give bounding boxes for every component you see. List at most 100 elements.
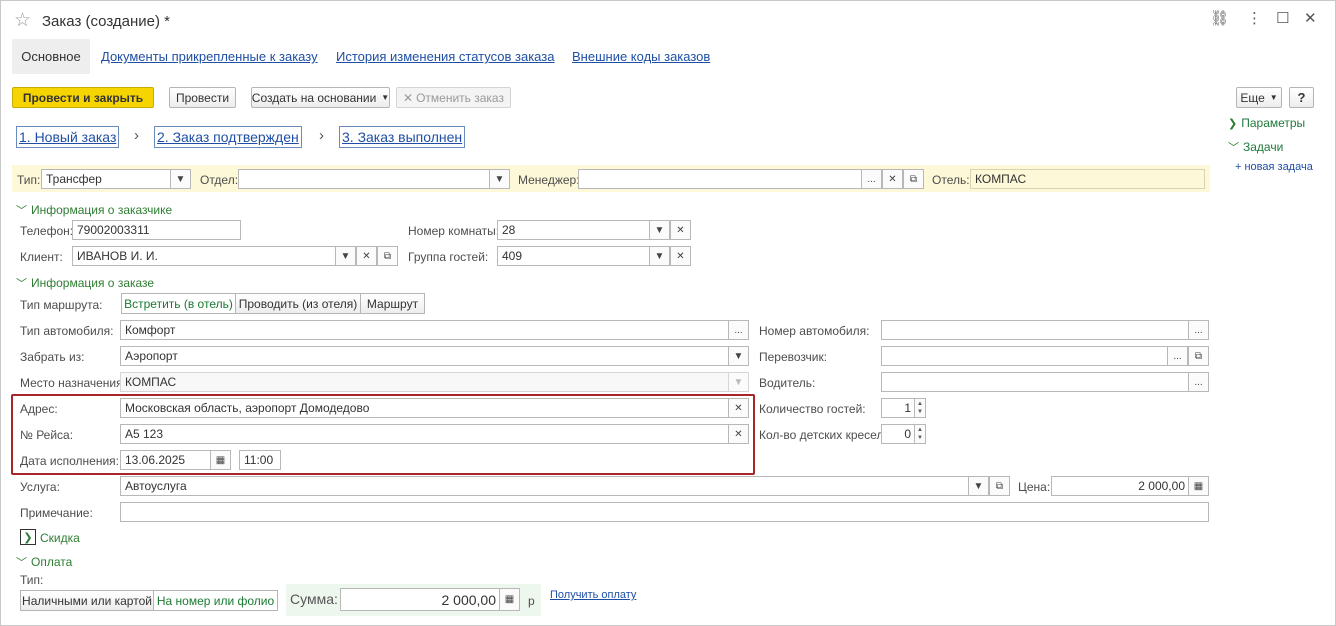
chevron-down-icon: ﹀ xyxy=(16,557,27,569)
select-icon[interactable]: ... xyxy=(1188,372,1209,392)
select-icon[interactable]: ... xyxy=(861,169,882,189)
get-payment-link[interactable]: Получить оплату xyxy=(550,588,636,602)
pickup-field[interactable]: Аэропорт xyxy=(120,346,729,366)
post-button[interactable]: Провести xyxy=(169,87,236,108)
clear-icon[interactable]: ✕ xyxy=(728,424,749,444)
type-label: Тип: xyxy=(17,173,41,187)
tab-status-history[interactable]: История изменения статусов заказа xyxy=(336,49,554,64)
chevron-right-icon: › xyxy=(134,127,139,144)
child-seats-label: Кол-во детских кресел: xyxy=(759,428,887,442)
open-icon[interactable]: ⧉ xyxy=(1188,346,1209,366)
calculator-icon[interactable]: ▦ xyxy=(1188,476,1209,496)
car-number-field[interactable] xyxy=(881,320,1189,340)
clear-icon[interactable]: ✕ xyxy=(728,398,749,418)
select-icon[interactable]: ... xyxy=(1188,320,1209,340)
link-icon[interactable]: ⛓ xyxy=(1210,9,1229,27)
chevron-down-icon: ﹀ xyxy=(16,278,27,290)
payment-group[interactable]: ﹀ Оплата xyxy=(16,554,72,570)
open-icon[interactable]: ⧉ xyxy=(377,246,398,266)
payment-room-folio-option[interactable]: На номер или фолио xyxy=(153,590,278,611)
tab-main[interactable]: Основное xyxy=(12,39,90,74)
open-icon[interactable]: ⧉ xyxy=(903,169,924,189)
flight-label: № Рейса: xyxy=(20,428,74,442)
carrier-field[interactable] xyxy=(881,346,1168,366)
customer-info-group[interactable]: ﹀ Информация о заказчике xyxy=(16,202,172,218)
post-and-close-button[interactable]: Провести и закрыть xyxy=(12,87,154,108)
more-button[interactable]: Еще ▼ xyxy=(1236,87,1282,108)
phone-field[interactable]: 79002003311 xyxy=(72,220,241,240)
chevron-down-icon: ﹀ xyxy=(1228,142,1239,154)
dropdown-icon[interactable]: ▼ xyxy=(968,476,989,496)
clear-icon[interactable]: ✕ xyxy=(356,246,377,266)
discount-label[interactable]: Скидка xyxy=(40,531,80,545)
step-new-order[interactable]: 1. Новый заказ xyxy=(16,126,120,148)
type-field[interactable]: Трансфер xyxy=(41,169,171,189)
close-icon[interactable]: ✕ xyxy=(1304,9,1317,27)
route-custom-option[interactable]: Маршрут xyxy=(360,293,425,314)
clear-icon[interactable]: ✕ xyxy=(670,220,691,240)
guests-count-field[interactable]: 1 xyxy=(881,398,915,418)
step-order-confirmed[interactable]: 2. Заказ подтвержден xyxy=(154,126,302,148)
payment-cash-card-option[interactable]: Наличными или картой xyxy=(20,590,154,611)
clear-icon[interactable]: ✕ xyxy=(882,169,903,189)
child-seats-field[interactable]: 0 xyxy=(881,424,915,444)
note-label: Примечание: xyxy=(20,506,93,520)
car-type-field[interactable]: Комфорт xyxy=(120,320,729,340)
params-toggle[interactable]: ❯ Параметры xyxy=(1228,116,1305,130)
chevron-down-icon: ﹀ xyxy=(16,205,27,217)
dropdown-icon[interactable]: ▼ xyxy=(649,220,670,240)
calculator-icon[interactable]: ▦ xyxy=(499,588,520,611)
guest-group-field[interactable]: 409 xyxy=(497,246,650,266)
tab-external-codes[interactable]: Внешние коды заказов xyxy=(572,49,710,64)
dropdown-icon[interactable]: ▼ xyxy=(335,246,356,266)
guest-group-label: Группа гостей: xyxy=(408,250,489,264)
help-button[interactable]: ? xyxy=(1289,87,1314,108)
order-info-group[interactable]: ﹀ Информация о заказе xyxy=(16,275,154,291)
new-task-link[interactable]: + новая задача xyxy=(1235,161,1313,173)
route-meet-option[interactable]: Встретить (в отель) xyxy=(121,293,236,314)
manager-label: Менеджер: xyxy=(518,173,580,187)
open-icon[interactable]: ⧉ xyxy=(989,476,1010,496)
cancel-order-button[interactable]: ✕ Отменить заказ xyxy=(396,87,511,108)
step-order-completed[interactable]: 3. Заказ выполнен xyxy=(339,126,466,148)
chevron-right-icon: ❯ xyxy=(23,531,33,544)
discount-toggle[interactable]: ❯ xyxy=(20,529,36,545)
room-label: Номер комнаты: xyxy=(408,224,500,238)
client-field[interactable]: ИВАНОВ И. И. xyxy=(72,246,336,266)
room-field[interactable]: 28 xyxy=(497,220,650,240)
manager-field[interactable] xyxy=(578,169,862,189)
more-menu-icon[interactable]: ⋮ xyxy=(1247,9,1262,27)
dropdown-icon[interactable]: ▼ xyxy=(728,346,749,366)
dropdown-arrow-icon: ▼ xyxy=(381,93,390,102)
note-field[interactable] xyxy=(120,502,1209,522)
maximize-icon[interactable]: ☐ xyxy=(1276,9,1289,27)
sum-field[interactable]: 2 000,00 xyxy=(340,588,500,611)
address-label: Адрес: xyxy=(20,402,58,416)
tasks-toggle[interactable]: ﹀ Задачи xyxy=(1228,139,1283,155)
address-field[interactable]: Московская область, аэропорт Домодедово xyxy=(120,398,729,418)
tab-documents[interactable]: Документы прикрепленные к заказу xyxy=(101,49,318,64)
time-field[interactable]: 11:00 xyxy=(239,450,281,470)
destination-label: Место назначения: xyxy=(20,376,126,390)
clear-icon[interactable]: ✕ xyxy=(670,246,691,266)
hotel-label: Отель: xyxy=(932,173,970,187)
select-icon[interactable]: ... xyxy=(1167,346,1188,366)
create-based-on-button[interactable]: Создать на основании ▼ xyxy=(251,87,390,108)
dept-field[interactable] xyxy=(238,169,490,189)
driver-field[interactable] xyxy=(881,372,1189,392)
select-icon[interactable]: ... xyxy=(728,320,749,340)
date-field[interactable]: 13.06.2025 xyxy=(120,450,211,470)
favorite-star-icon[interactable]: ☆ xyxy=(14,9,31,32)
dropdown-icon[interactable]: ▼ xyxy=(489,169,510,189)
car-type-label: Тип автомобиля: xyxy=(20,324,114,338)
carrier-label: Перевозчик: xyxy=(759,350,828,364)
flight-field[interactable]: А5 123 xyxy=(120,424,729,444)
stepper-icon[interactable]: ▲ ▼ xyxy=(914,424,926,444)
stepper-icon[interactable]: ▲ ▼ xyxy=(914,398,926,418)
dropdown-icon[interactable]: ▼ xyxy=(170,169,191,189)
calendar-icon[interactable]: ▦ xyxy=(210,450,231,470)
price-field[interactable]: 2 000,00 xyxy=(1051,476,1189,496)
service-field[interactable]: Автоуслуга xyxy=(120,476,969,496)
route-see-off-option[interactable]: Проводить (из отеля) xyxy=(235,293,361,314)
dropdown-icon[interactable]: ▼ xyxy=(649,246,670,266)
